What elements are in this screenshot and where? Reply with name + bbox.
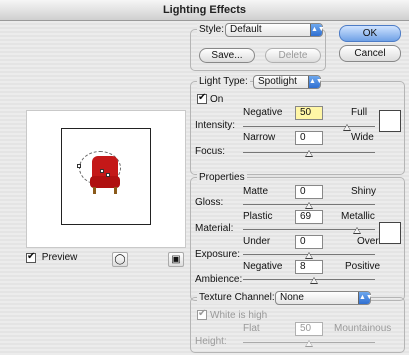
ambient-color-swatch[interactable] <box>379 222 401 244</box>
ambience-slider[interactable] <box>243 279 375 280</box>
save-button[interactable]: Save... <box>199 48 255 63</box>
preview-checkbox[interactable] <box>26 251 36 263</box>
light-type-label: Light Type: <box>197 76 250 88</box>
dialog-content: Preview ◯ ▣ Style: Default ▲▼ Save... De… <box>0 21 409 355</box>
on-label: On <box>210 94 224 105</box>
gloss-label: Gloss: <box>195 197 224 208</box>
light-handle[interactable] <box>77 164 81 168</box>
height-label: Height: <box>195 336 227 347</box>
intensity-min-label: Negative <box>243 107 283 118</box>
ok-button[interactable]: OK <box>339 25 401 42</box>
gloss-max-label: Shiny <box>351 186 377 197</box>
texture-group: Texture Channel: None ▲▼ White is high H… <box>190 291 405 353</box>
preview-pane[interactable] <box>26 110 186 248</box>
trash-icon[interactable]: ▣ <box>168 252 184 267</box>
intensity-slider[interactable] <box>243 126 375 127</box>
cancel-button[interactable]: Cancel <box>339 45 401 62</box>
delete-button[interactable]: Delete <box>265 48 321 63</box>
material-slider-thumb[interactable] <box>353 227 361 234</box>
intensity-input[interactable]: 50 <box>295 106 323 120</box>
focus-label: Focus: <box>195 146 226 157</box>
ambience-min-label: Negative <box>243 261 283 272</box>
light-type-group: Light Type: Spotlight ▲▼ On Intensity: N… <box>190 75 405 175</box>
preview-label: Preview <box>41 252 78 263</box>
gloss-min-label: Matte <box>243 186 269 197</box>
intensity-max-label: Full <box>351 107 368 118</box>
height-input[interactable]: 50 <box>295 322 323 336</box>
focus-slider-thumb[interactable] <box>305 150 313 157</box>
ambience-label: Ambience: <box>195 274 243 285</box>
chevron-down-icon: ▲▼ <box>358 292 373 304</box>
intensity-label: Intensity: <box>195 120 236 131</box>
on-checkbox[interactable] <box>197 92 207 104</box>
ambience-max-label: Positive <box>345 261 381 272</box>
preview-row: Preview ◯ ▣ <box>26 251 186 268</box>
exposure-min-label: Under <box>243 236 271 247</box>
intensity-slider-thumb[interactable] <box>343 124 351 131</box>
style-label: Style: <box>197 24 227 36</box>
light-color-swatch[interactable] <box>379 110 401 132</box>
properties-group: Properties Gloss: Matte 0 Shiny Material… <box>190 172 405 301</box>
light-focus-handle[interactable] <box>106 173 110 177</box>
light-center-handle[interactable] <box>100 169 104 173</box>
ambience-slider-thumb[interactable] <box>310 277 318 284</box>
texture-channel-select[interactable]: None ▲▼ <box>275 291 373 305</box>
white-is-high-checkbox[interactable] <box>197 308 207 320</box>
exposure-label: Exposure: <box>195 249 241 260</box>
sofa-image <box>90 156 120 196</box>
height-slider-thumb[interactable] <box>305 340 313 347</box>
window-title: Lighting Effects <box>0 0 409 21</box>
texture-channel-label: Texture Channel: <box>197 292 277 304</box>
light-type-select[interactable]: Spotlight ▲▼ <box>253 75 323 89</box>
white-is-high-label: White is high <box>210 310 268 321</box>
properties-label: Properties <box>197 172 247 184</box>
exposure-slider-thumb[interactable] <box>305 252 313 259</box>
exposure-max-label: Over <box>357 236 379 247</box>
texture-channel-value: None <box>280 292 304 303</box>
preview-canvas[interactable] <box>61 128 151 225</box>
gloss-slider-thumb[interactable] <box>305 202 313 209</box>
exposure-input[interactable]: 0 <box>295 235 323 249</box>
material-label: Material: <box>195 223 234 234</box>
focus-min-label: Narrow <box>243 132 276 143</box>
material-min-label: Plastic <box>243 211 273 222</box>
focus-input[interactable]: 0 <box>295 131 323 145</box>
height-min-label: Flat <box>243 323 260 334</box>
chevron-down-icon: ▲▼ <box>308 76 323 88</box>
ambience-input[interactable]: 8 <box>295 260 323 274</box>
gloss-input[interactable]: 0 <box>295 185 323 199</box>
material-max-label: Metallic <box>341 211 375 222</box>
style-group: Style: Default ▲▼ Save... Delete <box>190 23 326 71</box>
height-max-label: Mountainous <box>334 323 392 334</box>
chevron-down-icon: ▲▼ <box>310 24 325 36</box>
style-select-value: Default <box>230 24 262 35</box>
focus-max-label: Wide <box>351 132 374 143</box>
light-type-value: Spotlight <box>258 76 297 87</box>
style-select[interactable]: Default ▲▼ <box>225 23 325 37</box>
material-input[interactable]: 69 <box>295 210 323 224</box>
lightbulb-icon[interactable]: ◯ <box>112 252 128 267</box>
